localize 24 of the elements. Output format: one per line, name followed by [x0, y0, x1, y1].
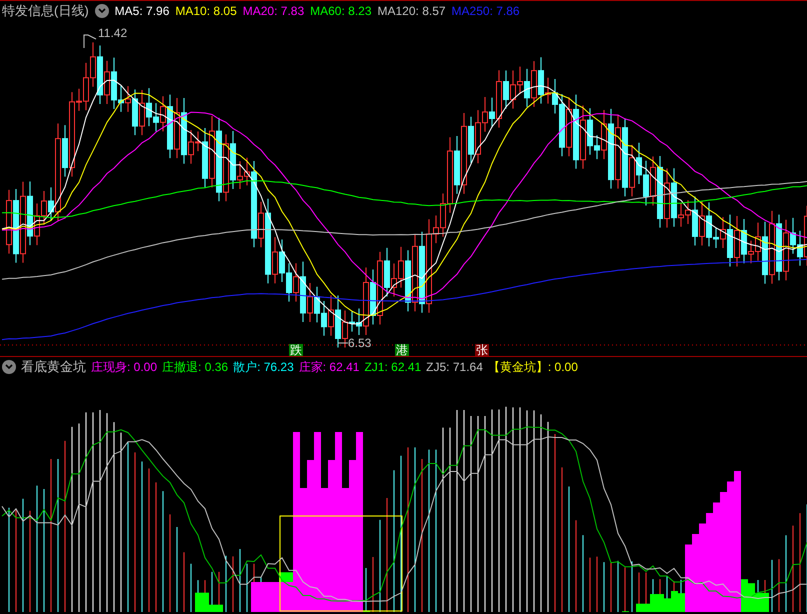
- legend-value: MA5: 7.96: [114, 4, 170, 16]
- legend-value: MA120: 8.57: [378, 4, 446, 16]
- legend-value: 【黄金坑】: 0.00: [488, 360, 578, 372]
- legend-value: 散户: 76.23: [233, 360, 294, 372]
- leader-line: [338, 342, 348, 344]
- legend-value: ZJ5: 71.64: [426, 360, 483, 372]
- dropdown-icon[interactable]: [94, 4, 109, 18]
- legend-value: MA20: 7.83: [242, 4, 304, 16]
- chart-title: 特发信息(日线): [2, 4, 89, 17]
- dropdown-icon[interactable]: [2, 360, 16, 374]
- legend-value: MA10: 8.05: [175, 4, 237, 16]
- legend-value: 庄家: 62.41: [298, 360, 360, 372]
- legend-value: 庄撤退: 0.36: [162, 360, 228, 372]
- signal-badge: 港: [395, 344, 409, 356]
- legend-value: ZJ1: 62.41: [364, 360, 422, 372]
- indicator-title: 看底黄金坑: [21, 360, 86, 373]
- legend-value: MA250: 7.86: [452, 4, 520, 16]
- high-price-label: 11.42: [98, 27, 128, 39]
- legend-value: MA60: 8.23: [310, 4, 372, 16]
- low-price-label: 6.53: [348, 337, 372, 349]
- signal-badge: 张: [475, 344, 489, 356]
- leader-line: [84, 34, 96, 48]
- legend-value: 庄现身: 0.00: [91, 360, 158, 372]
- signal-badge: 跌: [289, 344, 303, 356]
